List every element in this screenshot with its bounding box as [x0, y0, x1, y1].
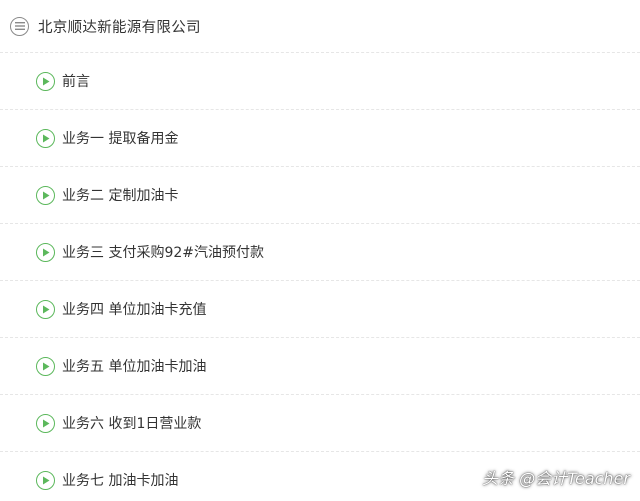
play-circle-icon	[36, 242, 55, 262]
lesson-item-1[interactable]: 业务一 提取备用金	[0, 109, 640, 166]
lesson-label: 业务七 加油卡加油	[62, 473, 179, 489]
page: 北京顺达新能源有限公司 前言 业务一 提取备用金 业务二 定制加油卡 业务三 支…	[0, 0, 640, 501]
lesson-list: 前言 业务一 提取备用金 业务二 定制加油卡 业务三 支付采购92#汽油预付款 …	[0, 52, 640, 501]
play-circle-icon	[36, 299, 55, 319]
play-circle-icon	[36, 128, 55, 148]
lesson-label: 业务三 支付采购92#汽油预付款	[62, 245, 264, 261]
lesson-label: 业务四 单位加油卡充值	[62, 302, 207, 318]
play-circle-icon	[36, 71, 55, 91]
play-circle-icon	[36, 356, 55, 376]
lesson-item-6[interactable]: 业务六 收到1日营业款	[0, 394, 640, 451]
lesson-item-2[interactable]: 业务二 定制加油卡	[0, 166, 640, 223]
catalog-title: 北京顺达新能源有限公司	[38, 19, 201, 36]
lesson-label: 业务六 收到1日营业款	[62, 416, 202, 432]
lesson-label: 业务二 定制加油卡	[62, 188, 179, 204]
lesson-label: 业务五 单位加油卡加油	[62, 359, 207, 375]
watermark: 头条 @会计Teacher	[482, 469, 630, 488]
lesson-item-4[interactable]: 业务四 单位加油卡充值	[0, 280, 640, 337]
play-circle-icon	[36, 185, 55, 205]
lesson-item-3[interactable]: 业务三 支付采购92#汽油预付款	[0, 223, 640, 280]
play-circle-icon	[36, 413, 55, 433]
lesson-item-preface[interactable]: 前言	[0, 52, 640, 109]
catalog-header[interactable]: 北京顺达新能源有限公司	[0, 0, 640, 52]
list-circle-icon	[10, 16, 29, 36]
lesson-label: 业务一 提取备用金	[62, 131, 179, 147]
lesson-item-5[interactable]: 业务五 单位加油卡加油	[0, 337, 640, 394]
play-circle-icon	[36, 470, 55, 490]
lesson-label: 前言	[62, 74, 90, 90]
